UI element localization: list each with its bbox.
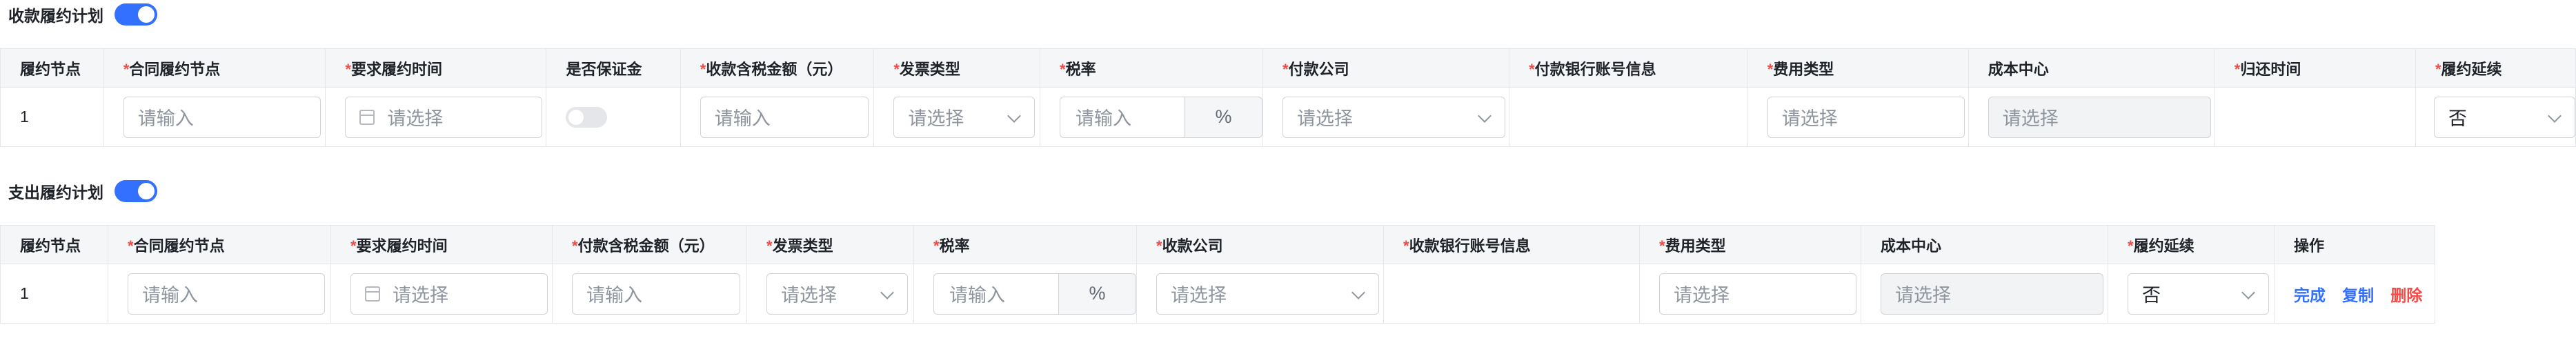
col-node: 履约节点 (0, 48, 104, 88)
col-invoice-type: *发票类型 (746, 225, 914, 264)
tax-rate-input-group: 请输入 % (933, 273, 1136, 315)
percent-suffix: % (1059, 273, 1136, 315)
receipt-plan-table: 履约节点 *合同履约节点 *要求履约时间 是否保证金 *收款含税金额（元） *发… (0, 48, 2576, 147)
toggle-knob (138, 183, 155, 199)
cell-index: 1 (0, 87, 104, 147)
receive-company-select[interactable]: 请选择 (1156, 273, 1379, 315)
cost-center-select[interactable]: 请选择 (1988, 96, 2211, 138)
actions-cell: 完成 复制 删除 (2273, 264, 2436, 324)
col-bank-info: *付款银行账号信息 (1509, 48, 1748, 88)
chevron-down-icon (1351, 285, 1365, 299)
col-contract-node: *合同履约节点 (108, 225, 331, 264)
percent-suffix: % (1185, 96, 1263, 138)
col-amount: *付款含税金额（元） (552, 225, 747, 264)
expense-type-select[interactable]: 请选择 (1767, 96, 1965, 138)
col-pay-company: *付款公司 (1262, 48, 1510, 88)
col-amount: *收款含税金额（元） (680, 48, 875, 88)
payment-plan-table: 履约节点 *合同履约节点 *要求履约时间 *付款含税金额（元） *发票类型 *税… (0, 225, 2436, 324)
table-row: 1 请输入 请选择 请输入 请选择 请输入 % 请选择 请选择 请选择 否 (0, 87, 2576, 147)
contract-node-input[interactable]: 请输入 (123, 96, 321, 138)
delete-button[interactable]: 删除 (2390, 286, 2422, 304)
cost-center-select[interactable]: 请选择 (1881, 273, 2103, 315)
complete-button[interactable]: 完成 (2294, 286, 2326, 304)
toggle-knob (138, 6, 155, 23)
required-time-picker[interactable]: 请选择 (345, 96, 543, 138)
required-time-picker[interactable]: 请选择 (350, 273, 548, 315)
amount-input[interactable]: 请输入 (572, 273, 740, 315)
expense-type-select[interactable]: 请选择 (1659, 273, 1856, 315)
col-node: 履约节点 (0, 225, 108, 264)
col-cost-center: 成本中心 (1861, 225, 2108, 264)
receipt-plan-title: 收款履约计划 (8, 7, 103, 25)
col-return-time: *归还时间 (2214, 48, 2416, 88)
col-extension: *履约延续 (2415, 48, 2576, 88)
calendar-icon (359, 109, 375, 125)
col-receive-company: *收款公司 (1136, 225, 1384, 264)
tax-rate-input-group: 请输入 % (1060, 96, 1263, 138)
col-actions: 操作 (2273, 225, 2436, 264)
return-time-cell (2214, 87, 2416, 147)
invoice-type-select[interactable]: 请选择 (893, 96, 1036, 138)
chevron-down-icon (2241, 285, 2255, 299)
payment-plan-header: 支出履约计划 (8, 179, 157, 203)
calendar-icon (365, 286, 380, 302)
col-tax-rate: *税率 (913, 225, 1137, 264)
col-cost-center: 成本中心 (1968, 48, 2215, 88)
payment-plan-title: 支出履约计划 (8, 184, 103, 201)
table-header-row: 履约节点 *合同履约节点 *要求履约时间 *付款含税金额（元） *发票类型 *税… (0, 225, 2436, 264)
col-tax-rate: *税率 (1040, 48, 1264, 88)
col-invoice-type: *发票类型 (873, 48, 1041, 88)
extension-select[interactable]: 否 (2433, 96, 2575, 138)
col-expense-type: *费用类型 (1639, 225, 1861, 264)
invoice-type-select[interactable]: 请选择 (766, 273, 908, 315)
tax-rate-input[interactable]: 请输入 (933, 273, 1059, 315)
deposit-toggle[interactable] (566, 106, 608, 128)
copy-button[interactable]: 复制 (2342, 286, 2374, 304)
extension-select[interactable]: 否 (2128, 273, 2269, 315)
table-header-row: 履约节点 *合同履约节点 *要求履约时间 是否保证金 *收款含税金额（元） *发… (0, 48, 2576, 88)
col-required-time: *要求履约时间 (330, 225, 553, 264)
col-is-deposit: 是否保证金 (546, 48, 681, 88)
bank-info-cell (1509, 87, 1748, 147)
receipt-plan-header: 收款履约计划 (8, 3, 157, 26)
cell-index: 1 (0, 264, 108, 324)
chevron-down-icon (880, 285, 894, 299)
receipt-plan-toggle[interactable] (115, 3, 157, 26)
chevron-down-icon (1478, 108, 1492, 123)
col-expense-type: *费用类型 (1747, 48, 1969, 88)
col-required-time: *要求履约时间 (325, 48, 547, 88)
col-bank-info: *收款银行账号信息 (1383, 225, 1640, 264)
pay-company-select[interactable]: 请选择 (1282, 96, 1506, 138)
table-row: 1 请输入 请选择 请输入 请选择 请输入 % 请选择 请选择 请选择 否 完成… (0, 264, 2436, 324)
col-contract-node: *合同履约节点 (103, 48, 326, 88)
tax-rate-input[interactable]: 请输入 (1060, 96, 1186, 138)
contract-node-input[interactable]: 请输入 (128, 273, 325, 315)
payment-plan-toggle[interactable] (115, 180, 157, 202)
col-extension: *履约延续 (2108, 225, 2275, 264)
chevron-down-icon (2548, 108, 2562, 123)
amount-input[interactable]: 请输入 (700, 96, 869, 138)
chevron-down-icon (1007, 108, 1022, 123)
toggle-knob (568, 109, 584, 125)
bank-info-cell (1383, 264, 1640, 324)
